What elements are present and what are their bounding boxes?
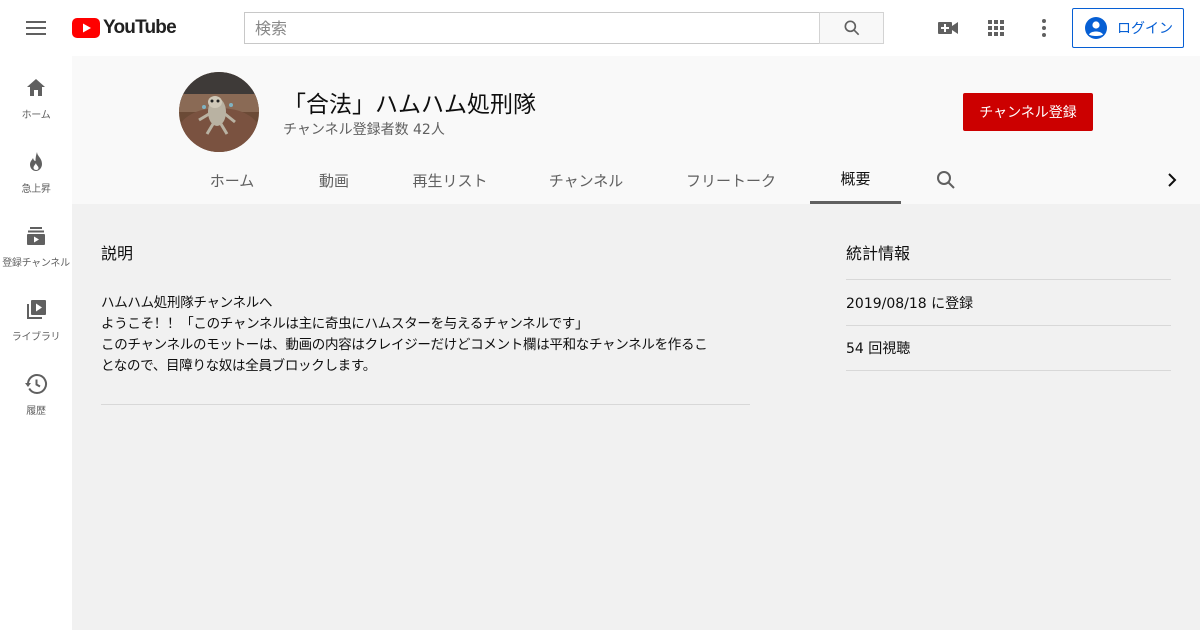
stat-view-count: 54 回視聴 [846, 325, 1171, 371]
stats-list: 2019/08/18 に登録 54 回視聴 [846, 279, 1171, 371]
sidebar-item-home[interactable]: ホーム [0, 56, 72, 130]
tab-playlists[interactable]: 再生リスト [394, 156, 506, 204]
description-line: ハムハム処刑隊チャンネルへ [101, 295, 273, 311]
channel-avatar[interactable] [179, 72, 259, 152]
sidebar-item-label: ライブラリ [11, 332, 61, 343]
home-icon [27, 79, 45, 96]
channel-name: 「合法」ハムハム処刑隊 [283, 92, 536, 118]
tab-about[interactable]: 概要 [810, 156, 901, 204]
apps-icon[interactable] [984, 16, 1008, 40]
create-video-icon[interactable] [936, 16, 960, 40]
more-vert-icon[interactable] [1032, 16, 1056, 40]
description-line: となので、目障りな奴は全員ブロックします。 [101, 358, 376, 374]
login-button[interactable]: ログイン [1072, 8, 1184, 48]
youtube-play-icon [72, 18, 100, 38]
search-box [244, 12, 820, 44]
stats-section: 統計情報 2019/08/18 に登録 54 回視聴 [846, 240, 1171, 371]
account-icon [1085, 17, 1107, 39]
description-divider [101, 404, 750, 405]
chevron-right-icon[interactable] [1160, 168, 1184, 192]
search-icon [844, 20, 859, 36]
search-button[interactable] [819, 12, 884, 44]
description-title: 説明 [101, 244, 134, 263]
sidebar: ホーム 急上昇 登録チャンネル ライブラリ 履歴 [0, 56, 72, 630]
tab-discussion[interactable]: フリートーク [668, 156, 794, 204]
trending-icon [30, 152, 42, 171]
sidebar-item-label: 登録チャンネル [2, 258, 70, 269]
sidebar-item-label: 急上昇 [21, 184, 51, 195]
tab-channels[interactable]: チャンネル [530, 156, 642, 204]
sidebar-item-trending[interactable]: 急上昇 [0, 130, 72, 204]
tab-videos[interactable]: 動画 [298, 156, 370, 204]
tab-home[interactable]: ホーム [182, 156, 282, 204]
channel-header: 「合法」ハムハム処刑隊 チャンネル登録者数 42人 チャンネル登録 ホーム 動画… [72, 56, 1200, 204]
subscriber-count: チャンネル登録者数 42人 [283, 122, 445, 138]
logo-text: YouTube [103, 17, 177, 38]
login-label: ログイン [1117, 21, 1173, 37]
subscriptions-icon [27, 227, 45, 245]
sidebar-item-label: 履歴 [26, 406, 46, 417]
sidebar-item-label: ホーム [21, 110, 51, 121]
description-line: このチャンネルのモットーは、動画の内容はクレイジーだけどコメント欄は平和なチャン… [101, 337, 708, 353]
search-input[interactable] [245, 13, 820, 43]
sidebar-item-library[interactable]: ライブラリ [0, 278, 72, 352]
sidebar-item-subscriptions[interactable]: 登録チャンネル [0, 204, 72, 278]
description-body: ハムハム処刑隊チャンネルへ ようこそ！！「このチャンネルは主に奇虫にハムスターを… [101, 293, 750, 377]
description-section: 説明 ハムハム処刑隊チャンネルへ ようこそ！！「このチャンネルは主に奇虫にハムス… [101, 240, 750, 377]
description-line: ようこそ！！「このチャンネルは主に奇虫にハムスターを与えるチャンネルです」 [101, 316, 589, 332]
channel-search-icon[interactable] [934, 168, 958, 192]
youtube-logo[interactable]: YouTube [72, 17, 177, 39]
masthead: YouTube ログイン [0, 0, 1200, 56]
menu-icon[interactable] [22, 16, 50, 40]
subscribe-button[interactable]: チャンネル登録 [963, 93, 1093, 131]
history-icon [25, 374, 47, 394]
stat-joined-date: 2019/08/18 に登録 [846, 279, 1171, 325]
stats-title: 統計情報 [846, 244, 911, 263]
library-icon [27, 300, 46, 319]
sidebar-item-history[interactable]: 履歴 [0, 352, 72, 426]
